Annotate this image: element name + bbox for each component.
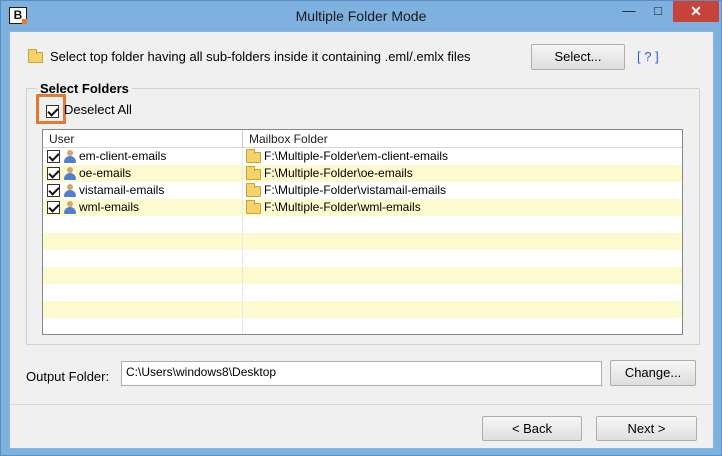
folder-icon (246, 149, 261, 163)
row-checkbox[interactable] (47, 150, 60, 163)
select-folder-button[interactable]: Select... (531, 44, 625, 70)
divider (10, 404, 713, 405)
column-divider[interactable] (242, 130, 243, 148)
grid-header: User Mailbox Folder (43, 130, 682, 148)
empty-row (43, 233, 682, 250)
table-row[interactable]: oe-emails F:\Multiple-Folder\oe-emails (43, 165, 682, 182)
folder-icon (246, 166, 261, 180)
user-icon (63, 183, 77, 198)
empty-row (43, 216, 682, 233)
help-link[interactable]: [ ? ] (637, 49, 659, 64)
folder-icon (28, 49, 43, 63)
dialog-body: Select top folder having all sub-folders… (9, 31, 714, 449)
folder-icon (246, 183, 261, 197)
mailbox-folder-cell: F:\Multiple-Folder\vistamail-emails (264, 183, 447, 197)
deselect-all-label[interactable]: Deselect All (64, 102, 132, 117)
table-row[interactable]: wml-emails F:\Multiple-Folder\wml-emails (43, 199, 682, 216)
row-checkbox[interactable] (47, 201, 60, 214)
mailbox-folder-cell: F:\Multiple-Folder\wml-emails (264, 200, 421, 214)
back-button[interactable]: < Back (482, 416, 582, 441)
empty-row (43, 301, 682, 318)
select-folders-group: Select Folders Deselect All User Mailbox… (26, 81, 700, 345)
output-folder-field[interactable]: C:\Users\windows8\Desktop (121, 361, 602, 386)
window-title: Multiple Folder Mode (295, 8, 427, 24)
user-icon (63, 200, 77, 215)
title-bar: B Multiple Folder Mode — □ ✕ (1, 1, 721, 31)
output-folder-label: Output Folder: (26, 369, 110, 384)
empty-row (43, 284, 682, 301)
user-icon (63, 149, 77, 164)
user-cell: em-client-emails (79, 149, 167, 163)
empty-row (43, 267, 682, 284)
maximize-button[interactable]: □ (644, 1, 672, 22)
next-button[interactable]: Next > (596, 416, 697, 441)
user-cell: oe-emails (79, 166, 132, 180)
mailbox-folder-cell: F:\Multiple-Folder\oe-emails (264, 166, 413, 180)
row-checkbox[interactable] (47, 184, 60, 197)
user-cell: wml-emails (79, 200, 139, 214)
user-icon (63, 166, 77, 181)
minimize-button[interactable]: — (615, 1, 643, 22)
table-row[interactable]: vistamail-emails F:\Multiple-Folder\vist… (43, 182, 682, 199)
row-checkbox[interactable] (47, 167, 60, 180)
deselect-all-checkbox[interactable] (46, 105, 59, 118)
user-cell: vistamail-emails (79, 183, 165, 197)
folder-icon (246, 200, 261, 214)
column-header-user[interactable]: User (49, 132, 74, 146)
instruction-text: Select top folder having all sub-folders… (50, 49, 471, 64)
empty-row (43, 250, 682, 267)
change-button[interactable]: Change... (610, 360, 696, 386)
column-header-mailbox-folder[interactable]: Mailbox Folder (249, 132, 328, 146)
mailbox-folder-cell: F:\Multiple-Folder\em-client-emails (264, 149, 449, 163)
close-button[interactable]: ✕ (673, 1, 719, 22)
table-row[interactable]: em-client-emails F:\Multiple-Folder\em-c… (43, 148, 682, 165)
empty-row (43, 318, 682, 334)
folder-grid: User Mailbox Folder em-client-emails F:\… (42, 129, 683, 335)
app-window: B Multiple Folder Mode — □ ✕ Select top … (0, 0, 722, 456)
